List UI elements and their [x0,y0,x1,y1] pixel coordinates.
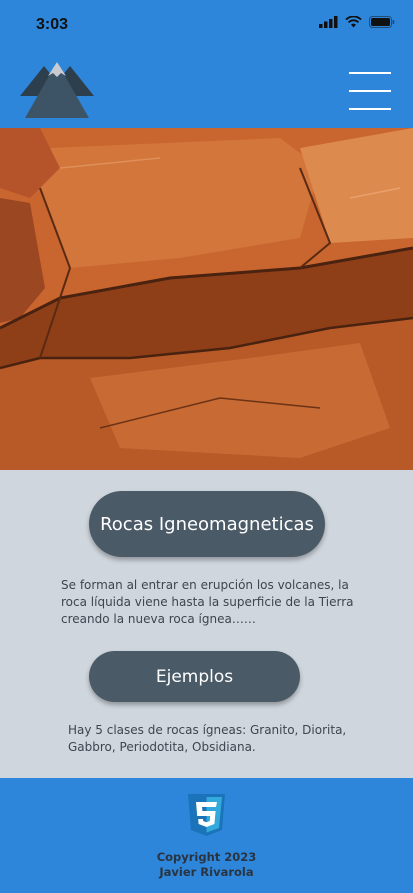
mountain-icon[interactable] [20,60,94,118]
copyright-line-1: Copyright 2023 [156,850,257,864]
status-bar: 3:03 [0,0,413,50]
status-time: 3:03 [36,16,69,33]
hamburger-menu-icon[interactable] [349,72,391,112]
examples-text: Hay 5 clases de rocas ígneas: Granito, D… [68,723,347,754]
css3-icon [188,794,225,836]
ejemplos-button[interactable]: Ejemplos [89,651,300,702]
rocas-igneomagneticas-button[interactable]: Rocas Igneomagneticas [89,491,325,557]
app-header [0,50,413,128]
main-content: Rocas Igneomagneticas Se forman al entra… [0,470,413,778]
status-icons [319,16,395,28]
description-text: Se forman al entrar en erupción los volc… [61,578,354,626]
wifi-icon [345,16,362,28]
copyright: Copyright 2023 Javier Rivarola [0,850,413,880]
signal-icon [319,16,338,28]
copyright-line-2: Javier Rivarola [159,865,254,879]
battery-icon [369,16,395,28]
hero-rock-image [0,128,413,470]
footer: Copyright 2023 Javier Rivarola [0,778,413,893]
